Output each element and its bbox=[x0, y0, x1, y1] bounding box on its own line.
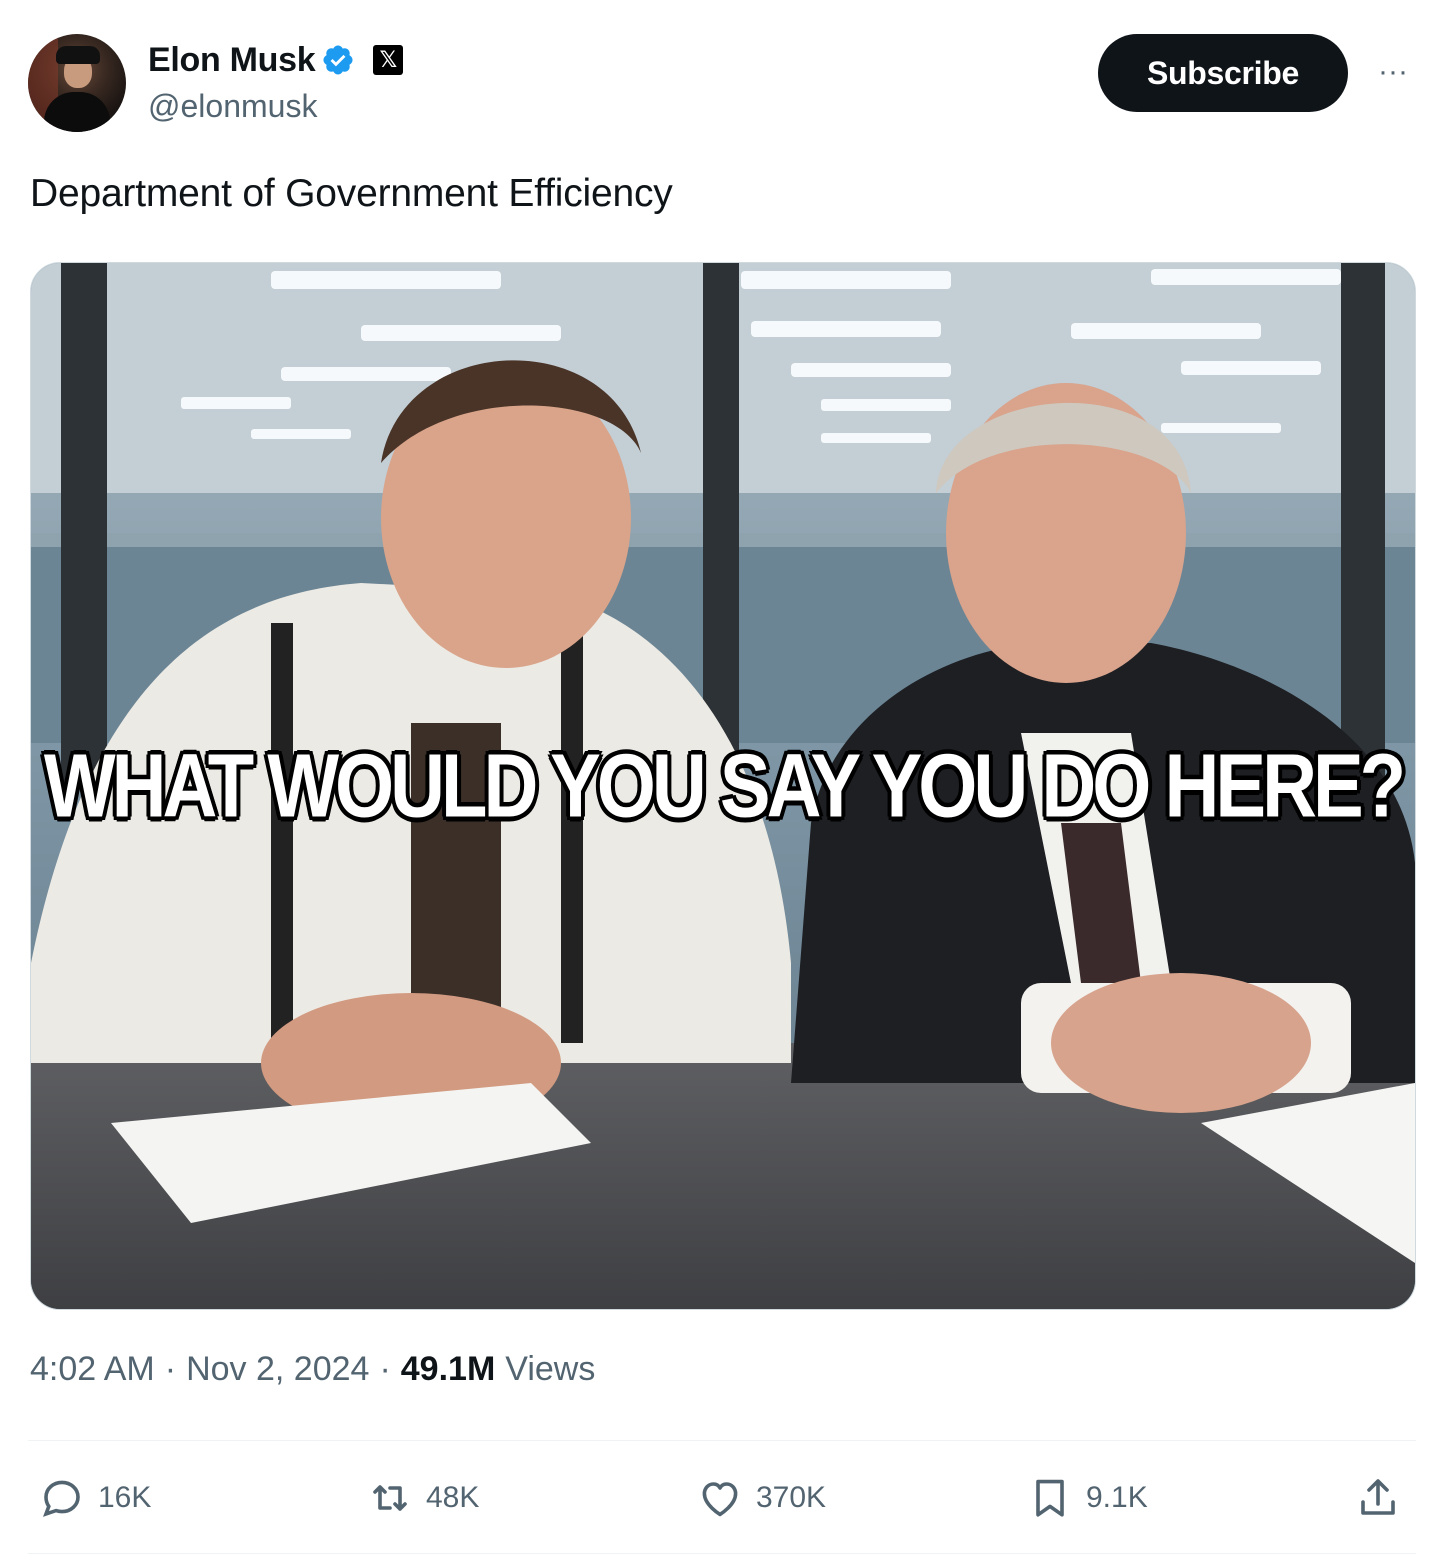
bookmark-count: 9.1K bbox=[1086, 1481, 1148, 1514]
x-affiliate-icon[interactable]: 𝕏 bbox=[373, 45, 404, 75]
meta-separator: · bbox=[164, 1350, 177, 1388]
tweet-date[interactable]: Nov 2, 2024 bbox=[186, 1350, 369, 1389]
like-count: 370K bbox=[756, 1481, 827, 1514]
more-options-icon[interactable]: ··· bbox=[1368, 52, 1418, 92]
repost-count: 48K bbox=[426, 1481, 480, 1514]
views-count: 49.1M bbox=[400, 1350, 496, 1388]
author-name-row: Elon Musk 𝕏 bbox=[148, 38, 404, 82]
divider bbox=[28, 1440, 1416, 1441]
like-button[interactable]: 370K bbox=[696, 1468, 826, 1528]
repost-icon bbox=[373, 1485, 407, 1511]
tweet-media-image[interactable]: WHAT WOULD YOU SAY YOU DO HERE? bbox=[30, 262, 1416, 1310]
views-label: Views bbox=[505, 1350, 596, 1388]
author-handle[interactable]: @elonmusk bbox=[148, 88, 317, 125]
share-button[interactable] bbox=[1354, 1468, 1402, 1528]
share-icon bbox=[1361, 1479, 1395, 1515]
tweet-time[interactable]: 4:02 AM bbox=[30, 1350, 155, 1389]
bookmark-icon bbox=[1036, 1479, 1064, 1517]
tweet-header: Elon Musk 𝕏 @elonmusk Subscribe ··· bbox=[28, 34, 1418, 134]
heart-icon bbox=[702, 1482, 738, 1517]
repost-button[interactable]: 48K bbox=[366, 1468, 479, 1528]
subscribe-button[interactable]: Subscribe bbox=[1098, 34, 1348, 112]
tweet-meta: 4:02 AM · Nov 2, 2024 · 49.1M Views bbox=[30, 1350, 595, 1389]
meta-separator: · bbox=[379, 1350, 391, 1388]
reply-icon bbox=[43, 1480, 80, 1517]
engagement-bar: 16K 48K 370K 9.1K bbox=[28, 1468, 1418, 1528]
verified-badge-icon[interactable] bbox=[321, 43, 355, 77]
divider bbox=[28, 1553, 1416, 1554]
avatar[interactable] bbox=[28, 34, 126, 132]
image-caption: WHAT WOULD YOU SAY YOU DO HERE? bbox=[43, 736, 1406, 837]
bookmark-button[interactable]: 9.1K bbox=[1026, 1468, 1148, 1528]
reply-count: 16K bbox=[98, 1481, 152, 1514]
reply-button[interactable]: 16K bbox=[38, 1468, 151, 1528]
author-name[interactable]: Elon Musk bbox=[148, 41, 316, 80]
tweet-text: Department of Government Efficiency bbox=[30, 172, 673, 215]
